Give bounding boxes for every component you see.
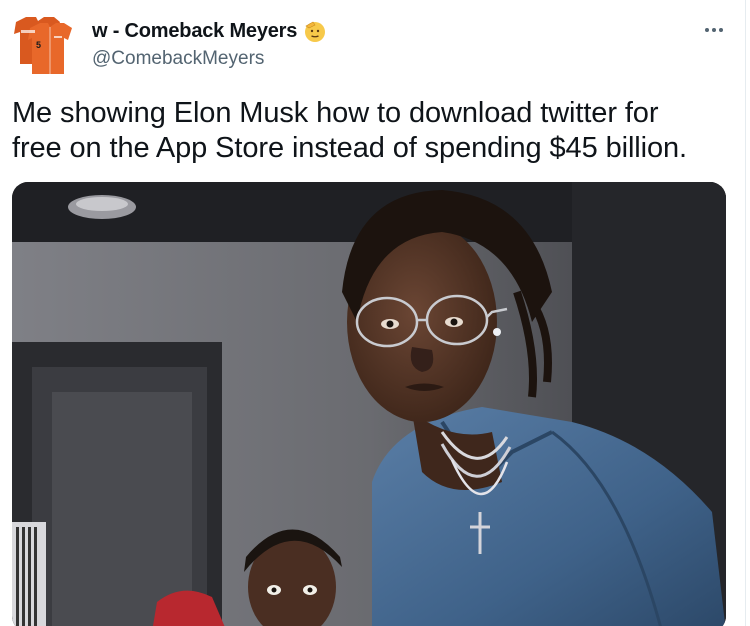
tweet-header: w - Comeback Meyers @ComebackMeyers: [92, 18, 327, 70]
tweet-media-photo[interactable]: [12, 182, 726, 626]
saluting-face-icon: [303, 19, 327, 43]
tweet-text-line: free on the App Store instead of spendin…: [12, 132, 687, 164]
tweet-card[interactable]: 5 w - Comeback Meyers @ComebackMeyers Me…: [0, 0, 750, 626]
tweet-text-line: Me showing Elon Musk how to download twi…: [12, 97, 659, 129]
tweet-text: Me showing Elon Musk how to download twi…: [12, 96, 732, 166]
jersey-avatar-icon: 5: [14, 17, 72, 74]
author-handle[interactable]: @ComebackMeyers: [92, 48, 327, 70]
svg-text:5: 5: [36, 40, 41, 50]
dot: [712, 28, 716, 32]
author-avatar[interactable]: 5: [10, 14, 76, 76]
dot: [719, 28, 723, 32]
studio-photo-icon: [12, 182, 726, 626]
more-options-icon[interactable]: [700, 20, 728, 40]
dot: [705, 28, 709, 32]
author-name-row: w - Comeback Meyers: [92, 18, 327, 44]
divider: [745, 0, 746, 626]
author-display-name[interactable]: w - Comeback Meyers: [92, 20, 297, 43]
